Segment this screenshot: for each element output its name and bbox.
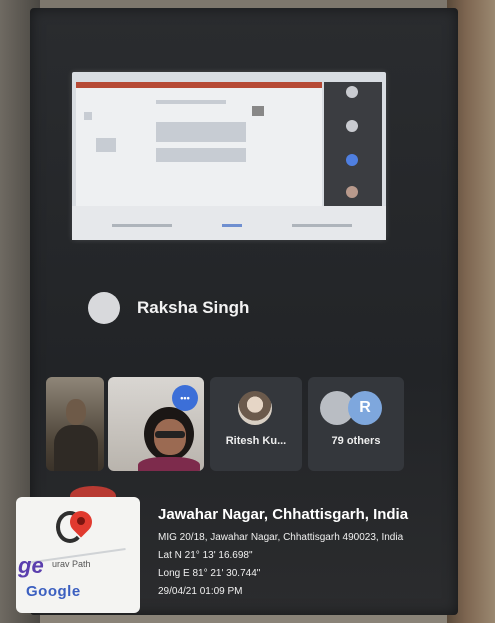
others-count: 79 others [331, 435, 381, 447]
geotag-info: Jawahar Nagar, Chhattisgarh, India MIG 2… [158, 506, 408, 597]
doc-block [156, 122, 246, 142]
mic-icon[interactable] [346, 120, 358, 132]
participant-tile-self[interactable]: ••• [108, 377, 204, 471]
participant-name: Ritesh Ku... [225, 435, 287, 447]
location-datetime: 29/04/21 01:09 PM [158, 586, 243, 597]
participant-video [66, 399, 86, 425]
avatar: R [348, 391, 382, 425]
taskbar-item [292, 224, 352, 227]
shared-screen[interactable] [72, 72, 386, 240]
raise-hand-icon[interactable] [346, 86, 358, 98]
map-thumbnail: ge urav Path Google [16, 497, 140, 613]
brand-text: ge [18, 553, 44, 578]
participant-tile[interactable] [46, 377, 104, 471]
location-title: Jawahar Nagar, Chhattisgarh, India [158, 506, 409, 523]
location-longitude: Long E 81° 21' 30.744" [158, 568, 261, 579]
doc-block [156, 148, 246, 162]
participant-video [138, 457, 200, 471]
avatar[interactable] [346, 186, 358, 198]
taskbar-item [222, 224, 242, 227]
participants-others-tile[interactable]: R 79 others [308, 377, 404, 471]
map-pin-center [77, 517, 85, 525]
more-icon[interactable]: ••• [172, 385, 198, 411]
shared-taskbar [72, 206, 386, 240]
participant-video [54, 425, 98, 471]
navigation-icon[interactable] [346, 154, 358, 166]
shared-document [76, 88, 322, 206]
doc-line [156, 100, 226, 104]
google-logo: Google [26, 583, 81, 600]
doc-image [252, 106, 264, 116]
avatar [238, 391, 272, 425]
taskbar-item [112, 224, 172, 227]
participant-video [155, 431, 185, 438]
presenter-avatar[interactable] [88, 292, 120, 324]
location-address: MIG 20/18, Jawahar Nagar, Chhattisgarh 4… [158, 532, 404, 543]
presenter-name: Raksha Singh [137, 298, 250, 317]
doc-icon [84, 112, 92, 120]
map-street-label: urav Path [52, 559, 91, 569]
participant-tile[interactable]: Ritesh Ku... [210, 377, 302, 471]
doc-thumbnail [96, 138, 116, 152]
shared-sidebar [324, 82, 382, 206]
location-latitude: Lat N 21° 13' 16.698" [158, 550, 253, 561]
